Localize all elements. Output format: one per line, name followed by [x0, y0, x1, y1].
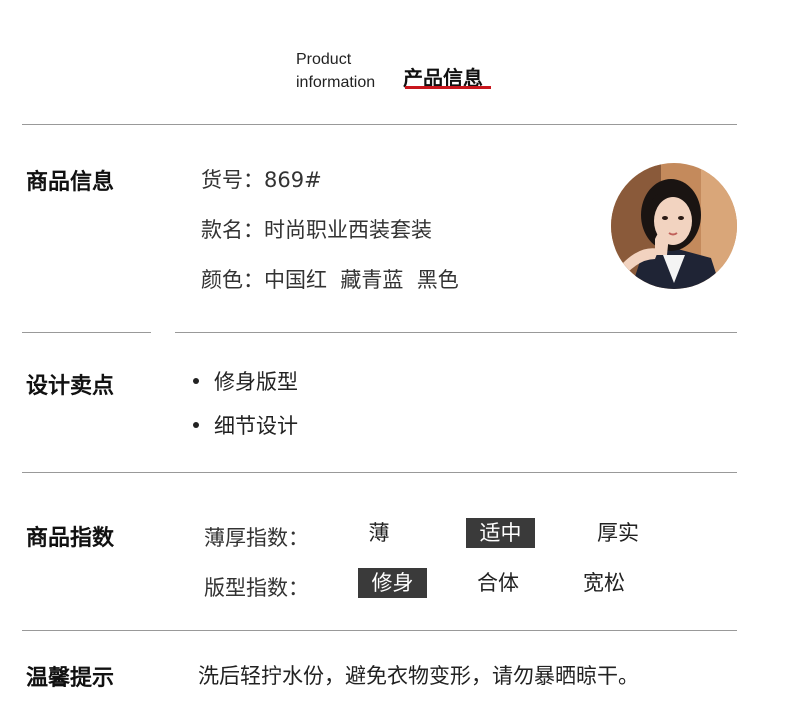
field-sku: 货号：869# — [201, 168, 322, 192]
divider-top — [22, 124, 737, 125]
section-title-product-info: 商品信息 — [26, 170, 115, 195]
header-title-en-line2: information — [296, 74, 376, 91]
design-point-item: 修身版型 — [214, 370, 298, 394]
fit-label: 版型指数： — [204, 576, 309, 600]
divider-2-left — [22, 332, 151, 333]
header-accent-underline — [405, 86, 491, 89]
fit-option-slim: 修身 — [358, 568, 427, 598]
divider-4 — [22, 630, 737, 631]
section-title-product-index: 商品指数 — [26, 526, 115, 551]
care-tips-text: 洗后轻拧水份，避免衣物变形，请勿暴晒晾干。 — [198, 664, 639, 688]
header-title-en-line1: Product — [296, 51, 352, 68]
field-style-name: 款名：时尚职业西装套装 — [201, 218, 432, 242]
field-colors: 颜色：中国红 藏青蓝 黑色 — [201, 268, 459, 292]
divider-3 — [22, 472, 737, 473]
divider-2-right — [175, 332, 737, 333]
header-title-en: Product information — [296, 48, 375, 94]
thickness-option-medium: 适中 — [466, 518, 535, 548]
thickness-option-thin: 薄 — [368, 521, 390, 545]
bullet-icon — [193, 422, 199, 428]
design-point-item: 细节设计 — [214, 414, 298, 438]
thickness-option-thick: 厚实 — [597, 521, 639, 545]
thickness-label: 薄厚指数： — [204, 526, 309, 550]
section-title-design-points: 设计卖点 — [26, 374, 115, 399]
fit-option-regular: 合体 — [477, 571, 519, 595]
bullet-icon — [193, 378, 199, 384]
model-photo — [611, 163, 737, 289]
section-title-care-tips: 温馨提示 — [26, 666, 115, 691]
model-photo-illustration — [611, 163, 737, 289]
fit-option-loose: 宽松 — [583, 571, 625, 595]
